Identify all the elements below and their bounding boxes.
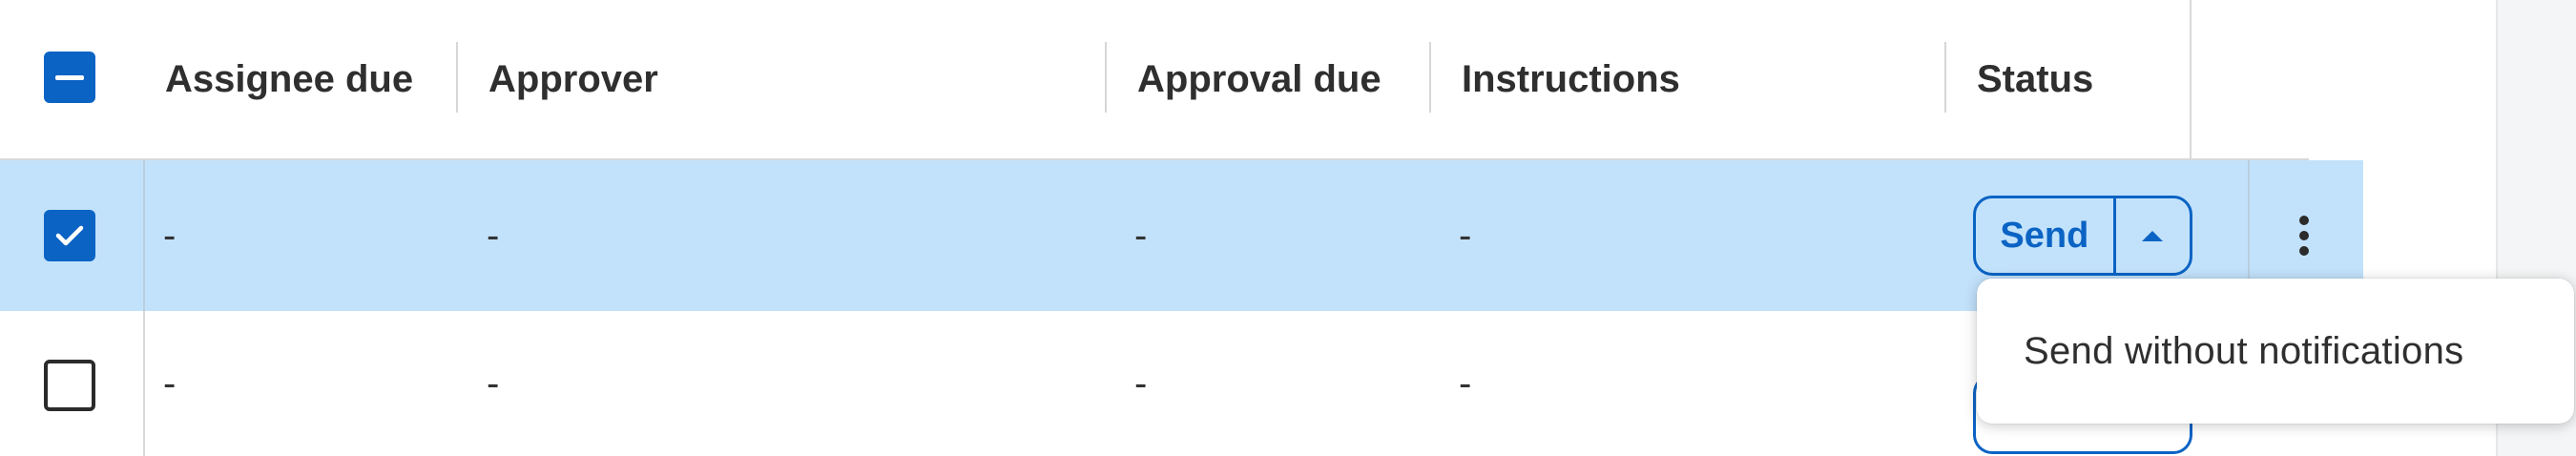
header-instructions[interactable]: Instructions — [1462, 0, 1680, 158]
cell-approver: - — [487, 362, 500, 404]
header-status[interactable]: Status — [1977, 0, 2093, 158]
status-column-divider — [2190, 0, 2192, 158]
send-button[interactable]: Send — [1976, 198, 2113, 273]
header-separator[interactable] — [1105, 42, 1107, 113]
kebab-menu-icon — [2299, 216, 2309, 225]
table-row[interactable]: - - - - — [0, 311, 2192, 456]
checkbox-indeterminate-icon — [55, 74, 84, 80]
header-assignee-due[interactable]: Assignee due — [165, 0, 413, 158]
cell-instructions: - — [1459, 214, 1472, 257]
header-separator[interactable] — [1944, 42, 1946, 113]
header-approval-due[interactable]: Approval due — [1137, 0, 1381, 158]
row-more-actions-button[interactable] — [2285, 207, 2323, 264]
send-options-toggle[interactable] — [2116, 198, 2190, 273]
header-separator[interactable] — [1429, 42, 1431, 113]
send-options-menu: Send without notifications — [1977, 279, 2574, 424]
cell-approver: - — [487, 214, 500, 257]
menu-item-send-without-notifications[interactable]: Send without notifications — [2024, 330, 2463, 373]
row-checkbox-unchecked[interactable] — [44, 360, 95, 411]
cell-assignee-due: - — [163, 362, 177, 404]
kebab-menu-icon — [2299, 246, 2309, 256]
caret-up-icon — [2142, 230, 2164, 241]
kebab-menu-icon — [2299, 231, 2309, 240]
header-approver[interactable]: Approver — [488, 0, 658, 158]
cell-assignee-due: - — [163, 214, 177, 257]
row-checkbox-checked[interactable] — [44, 210, 95, 261]
cell-approval-due: - — [1134, 362, 1148, 404]
header-separator[interactable] — [456, 42, 458, 113]
cell-divider — [143, 160, 145, 311]
select-all-checkbox[interactable] — [44, 52, 95, 103]
cell-approval-due: - — [1134, 214, 1148, 257]
send-split-button[interactable]: Send — [1973, 196, 2192, 276]
data-table-screen: Assignee due Approver Approval due Instr… — [0, 0, 2576, 456]
table-header: Assignee due Approver Approval due Instr… — [0, 0, 2190, 158]
cell-instructions: - — [1459, 362, 1472, 404]
checkmark-icon — [55, 225, 84, 246]
